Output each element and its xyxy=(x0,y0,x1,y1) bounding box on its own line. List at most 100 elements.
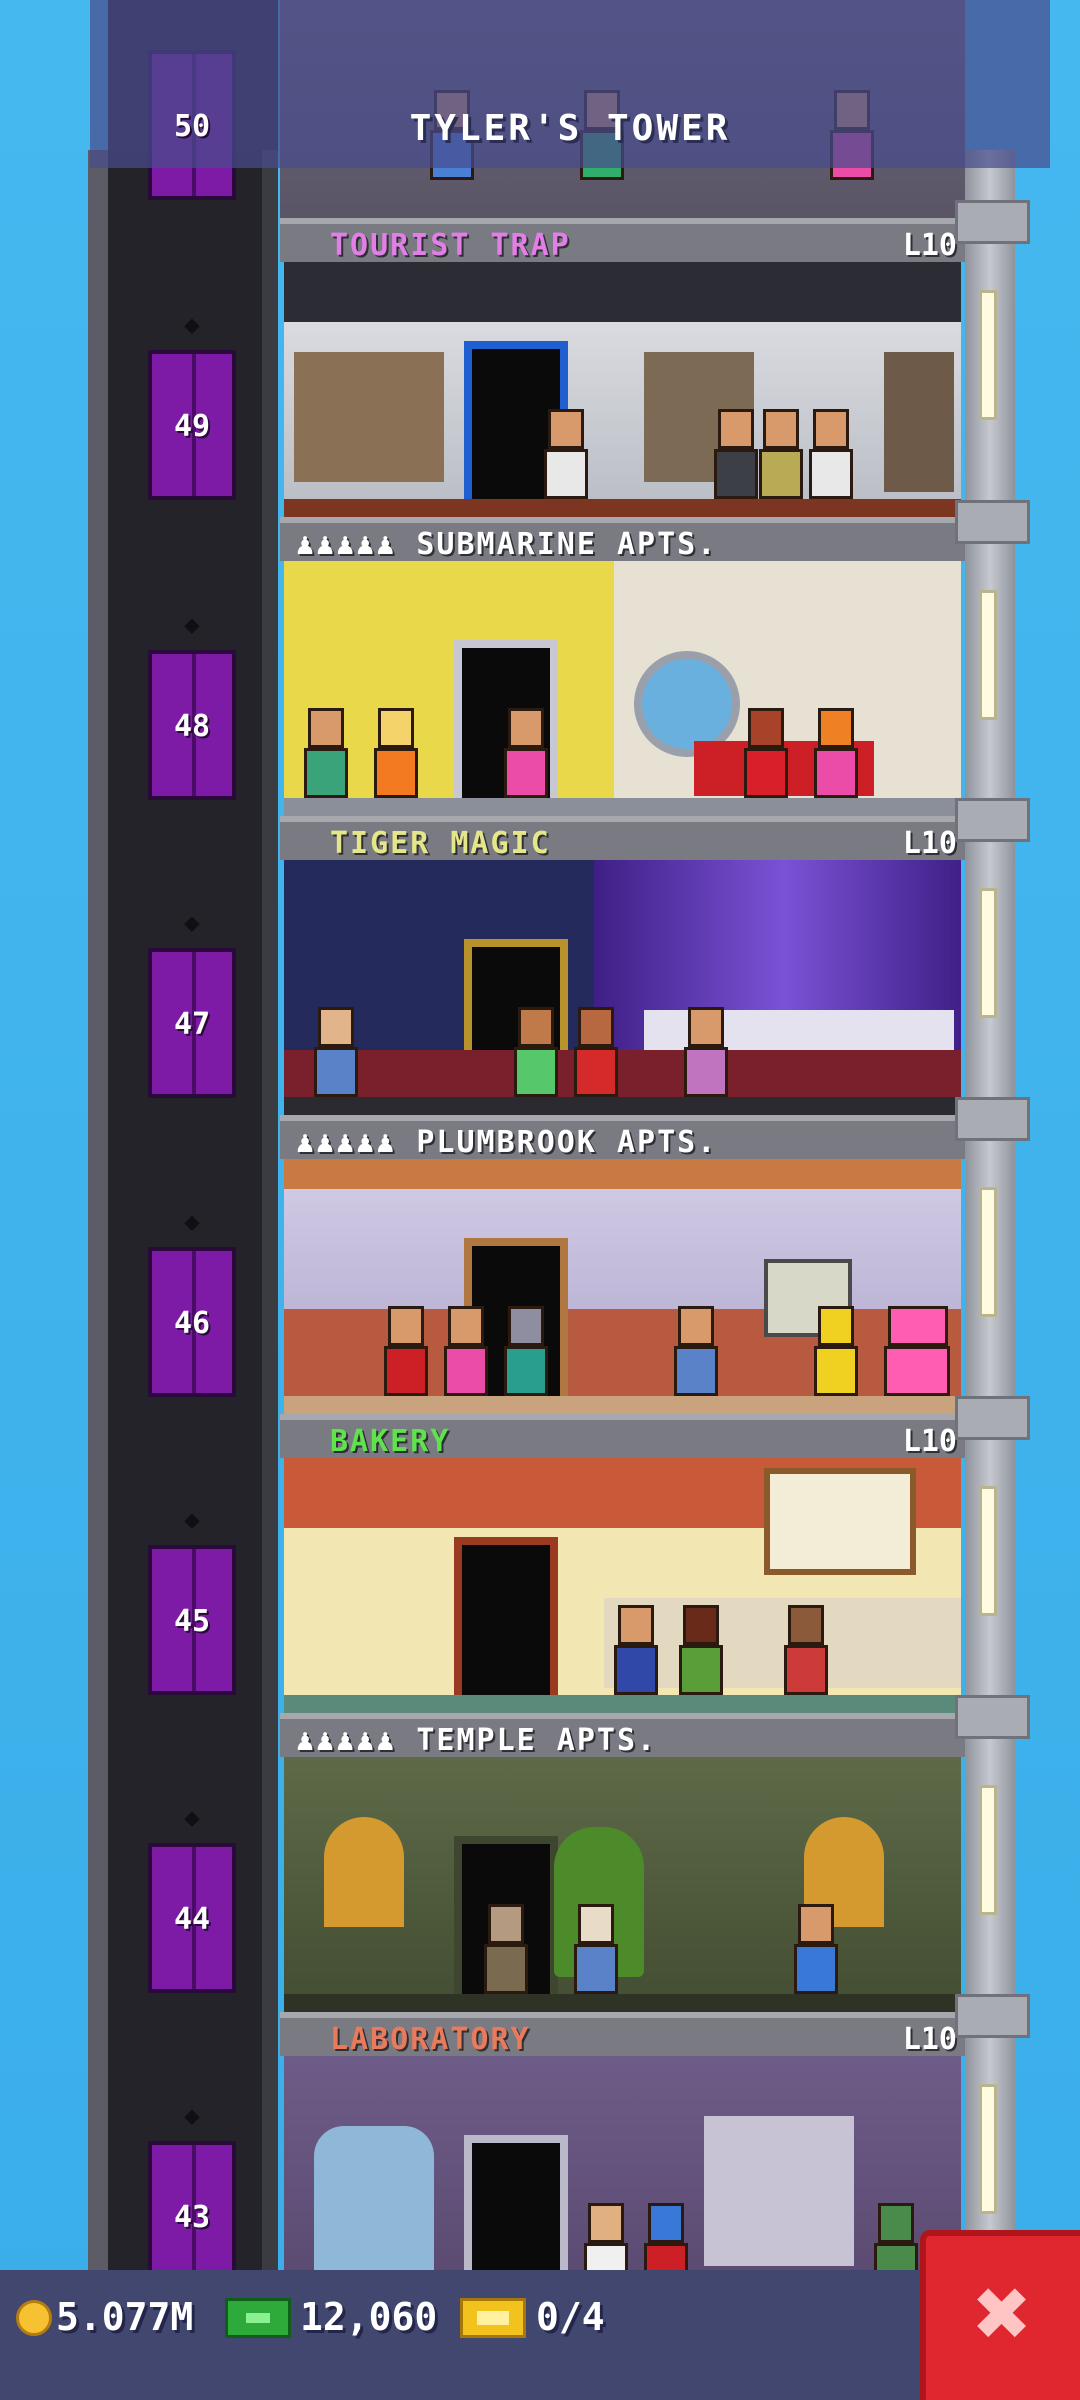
bitizen[interactable] xyxy=(684,1007,728,1097)
room-interior xyxy=(284,1757,961,2012)
floor-level: L10 xyxy=(902,1424,957,1459)
bat-icon: ◆ xyxy=(184,310,200,340)
bitizen[interactable] xyxy=(714,409,758,499)
merch-shelf xyxy=(884,352,954,492)
close-button[interactable]: ✖ xyxy=(920,2230,1080,2400)
floor-level: L10 xyxy=(902,2022,957,2057)
room-floor xyxy=(284,1695,961,1713)
bitizen[interactable] xyxy=(759,409,803,499)
idol-statue xyxy=(324,1817,404,1927)
elevator-car-44[interactable]: 44 xyxy=(148,1843,236,1993)
elevator-car-47[interactable]: 47 xyxy=(148,948,236,1098)
merch-shelf xyxy=(294,352,444,482)
wall-light xyxy=(979,1785,997,1915)
elevator-floor-number: 46 xyxy=(173,1306,211,1341)
bat-icon: ◆ xyxy=(184,1207,200,1237)
wall-bracket xyxy=(955,500,1030,544)
elevator-floor-number: 43 xyxy=(173,2200,211,2235)
elevator-car-46[interactable]: 46 xyxy=(148,1247,236,1397)
wall-bracket xyxy=(955,1994,1030,2038)
bitizen[interactable] xyxy=(674,1306,718,1396)
tower-title: TYLER'S TOWER xyxy=(409,108,731,149)
floor-name: ♟♟♟♟♟ SUBMARINE APTS. xyxy=(296,527,718,562)
floor-tiger-magic[interactable]: TIGER MAGIC L10 xyxy=(280,816,965,1115)
bitizen[interactable] xyxy=(504,708,548,798)
wall-light xyxy=(979,590,997,720)
tickets-count: 0/4 xyxy=(536,2295,605,2339)
floor-level: L10 xyxy=(902,826,957,861)
floor-label-bar: BAKERY L10 xyxy=(280,1414,965,1459)
wall-light xyxy=(979,1486,997,1616)
bitizen[interactable] xyxy=(794,1904,838,1994)
floor-laboratory[interactable]: LABORATORY L10 xyxy=(280,2012,965,2311)
bitizen[interactable] xyxy=(304,708,348,798)
bitizen[interactable] xyxy=(444,1306,488,1396)
elevator-floor-number: 44 xyxy=(173,1902,211,1937)
elevator-floor-number: 50 xyxy=(173,109,211,144)
wall-light xyxy=(979,290,997,420)
room-door xyxy=(454,1537,558,1695)
floor-label-bar: TIGER MAGIC L10 xyxy=(280,816,965,861)
bitizen[interactable] xyxy=(814,1306,858,1396)
wall-light xyxy=(979,888,997,1018)
ticket-icon xyxy=(460,2298,526,2338)
bitizen[interactable] xyxy=(744,708,788,798)
room-interior xyxy=(284,561,961,816)
bitizen[interactable] xyxy=(514,1007,558,1097)
bitizen[interactable] xyxy=(574,1904,618,1994)
floor-name: ♟♟♟♟♟ PLUMBROOK APTS. xyxy=(296,1125,718,1160)
bitizen[interactable] xyxy=(314,1007,358,1097)
floor-name: TIGER MAGIC xyxy=(330,826,551,861)
shaft-rail xyxy=(262,150,278,2280)
floor-name: ♟♟♟♟♟ TEMPLE APTS. xyxy=(296,1723,658,1758)
floor-level: L10 xyxy=(902,228,957,263)
bitizen[interactable] xyxy=(484,1904,528,1994)
floor-label-bar: ♟♟♟♟♟ PLUMBROOK APTS. xyxy=(280,1115,965,1160)
bitizen[interactable] xyxy=(784,1605,828,1695)
bitizen[interactable] xyxy=(884,1306,954,1396)
floor-name: TOURIST TRAP xyxy=(330,228,571,263)
bitizen[interactable] xyxy=(814,708,858,798)
floor-submarine-apts[interactable]: ♟♟♟♟♟ SUBMARINE APTS. xyxy=(280,517,965,816)
room-floor xyxy=(284,1396,961,1414)
bux-icon xyxy=(225,2298,291,2338)
bitizen[interactable] xyxy=(809,409,853,499)
floor-temple-apts[interactable]: ♟♟♟♟♟ TEMPLE APTS. xyxy=(280,1713,965,2012)
theater-seats xyxy=(284,1050,961,1098)
floor-label-bar: ♟♟♟♟♟ SUBMARINE APTS. xyxy=(280,517,965,562)
bitizen[interactable] xyxy=(504,1306,548,1396)
bitizen[interactable] xyxy=(614,1605,658,1695)
room-floor xyxy=(284,1097,961,1115)
bitizen[interactable] xyxy=(544,409,588,499)
elevator-car-49[interactable]: 49 xyxy=(148,350,236,500)
bat-icon: ◆ xyxy=(184,1803,200,1833)
bat-icon: ◆ xyxy=(184,1505,200,1535)
elevator-floor-number: 47 xyxy=(173,1007,211,1042)
bitizen[interactable] xyxy=(679,1605,723,1695)
elevator-car-45[interactable]: 45 xyxy=(148,1545,236,1695)
elevator-floor-number: 49 xyxy=(173,409,211,444)
room-interior xyxy=(284,860,961,1115)
tower-left-wall xyxy=(88,150,108,2280)
room-interior xyxy=(284,1458,961,1713)
floor-bakery[interactable]: BAKERY L10 xyxy=(280,1414,965,1713)
bitizen[interactable] xyxy=(574,1007,618,1097)
elevator-car-48[interactable]: 48 xyxy=(148,650,236,800)
menu-board xyxy=(764,1468,916,1575)
wall-light xyxy=(979,1187,997,1317)
room-floor xyxy=(284,499,961,517)
floor-name: BAKERY xyxy=(330,1424,451,1459)
room-floor xyxy=(284,798,961,816)
bitizen[interactable] xyxy=(384,1306,428,1396)
floor-plumbrook-apts[interactable]: ♟♟♟♟♟ PLUMBROOK APTS. xyxy=(280,1115,965,1414)
coin-icon xyxy=(16,2300,52,2336)
elevator-floor-number: 48 xyxy=(173,709,211,744)
bitizen[interactable] xyxy=(374,708,418,798)
floor-tourist-trap[interactable]: TOURIST TRAP L10 xyxy=(280,218,965,517)
close-icon: ✖ xyxy=(974,2257,1032,2369)
floor-label-bar: LABORATORY L10 xyxy=(280,2012,965,2057)
elevator-car-43[interactable]: 43 xyxy=(148,2141,236,2291)
wall-light xyxy=(979,2084,997,2214)
wall-bracket xyxy=(955,798,1030,842)
bux-count: 12,060 xyxy=(300,2295,438,2339)
